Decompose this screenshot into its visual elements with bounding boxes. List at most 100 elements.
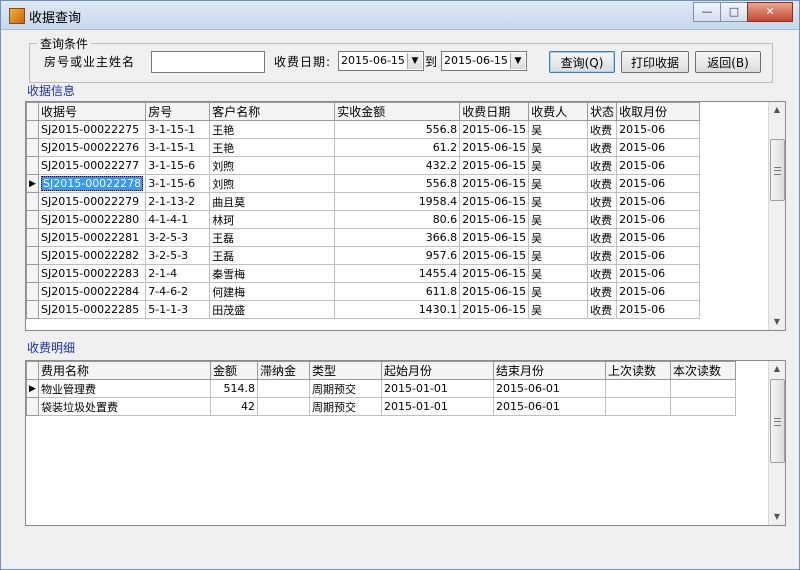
table-row[interactable]: SJ2015-00022277 3-1-15-6 刘煦 432.2 2015-06-15… [26,156,701,175]
table-cell[interactable]: 2015-06 [616,120,701,139]
table-cell[interactable]: 2015-06-15 [459,210,530,229]
row-indicator[interactable] [26,210,39,229]
table-cell[interactable]: 吴 [528,174,589,193]
table-cell[interactable]: 吴 [528,120,589,139]
table-cell[interactable]: 2015-06-01 [493,379,606,398]
back-button[interactable]: 返回(B) [695,51,761,73]
column-header[interactable]: 房号 [145,102,211,121]
row-indicator[interactable] [26,228,39,247]
table-cell[interactable]: 何建梅 [209,282,336,301]
print-receipt-button[interactable]: 打印收据 [621,51,689,73]
table-cell[interactable]: 2015-06-15 [459,120,530,139]
table-cell[interactable]: 957.6 [334,246,461,265]
table-cell[interactable]: SJ2015-00022281 [37,228,147,247]
table-cell[interactable]: SJ2015-00022285 [37,300,147,319]
details-scrollbar[interactable]: ▲ ▼ [768,361,785,525]
table-cell[interactable] [605,379,671,398]
table-cell[interactable]: 王艳 [209,138,336,157]
row-indicator[interactable] [26,397,39,416]
table-cell[interactable]: 3-1-15-1 [145,120,211,139]
table-cell[interactable]: 611.8 [334,282,461,301]
table-cell[interactable]: 收费 [587,246,618,265]
table-cell[interactable]: 2015-01-01 [381,379,494,398]
scroll-thumb[interactable] [770,379,785,463]
table-cell[interactable]: 周期预交 [309,379,382,398]
table-row[interactable]: SJ2015-00022284 7-4-6-2 何建梅 611.8 2015-06-15… [26,282,701,301]
table-cell[interactable]: 2015-06-15 [459,264,530,283]
table-cell[interactable]: 2015-06-15 [459,174,530,193]
triangle-right-icon[interactable]: ▶ [26,379,39,398]
table-cell[interactable]: 物业管理费 [38,379,211,398]
table-cell[interactable]: SJ2015-00022283 [37,264,147,283]
table-row[interactable]: SJ2015-00022276 3-1-15-1 王艳 61.2 2015-06-15 吴… [26,138,701,157]
triangle-right-icon[interactable]: ▶ [26,174,39,193]
table-cell[interactable]: 2015-06 [616,228,701,247]
minimize-button[interactable]: — [693,2,721,22]
table-row[interactable]: SJ2015-00022279 2-1-13-2 曲且莫 1958.4 2015-06-… [26,192,701,211]
column-header[interactable]: 收据号 [37,102,147,121]
table-cell[interactable]: SJ2015-00022282 [37,246,147,265]
arrow-up-icon[interactable]: ▲ [769,102,785,118]
table-cell[interactable]: 周期预交 [309,397,382,416]
search-button[interactable]: 查询(Q) [549,51,615,73]
table-row[interactable]: SJ2015-00022283 2-1-4 秦雪梅 1455.4 2015-06-15 吴… [26,264,701,283]
table-cell[interactable]: 61.2 [334,138,461,157]
table-cell[interactable]: 收费 [587,282,618,301]
column-header[interactable]: 结束月份 [493,361,606,380]
table-cell[interactable]: 收费 [587,300,618,319]
table-cell[interactable]: 556.8 [334,174,461,193]
table-row[interactable]: SJ2015-00022275 3-1-15-1 王艳 556.8 2015-06-15… [26,120,701,139]
table-cell[interactable]: 收费 [587,228,618,247]
table-cell[interactable]: 2015-06 [616,210,701,229]
column-header[interactable]: 金额 [210,361,258,380]
table-cell[interactable] [257,397,310,416]
table-cell[interactable]: 1455.4 [334,264,461,283]
table-row[interactable]: SJ2015-00022281 3-2-5-3 王磊 366.8 2015-06-15 吴… [26,228,701,247]
table-cell[interactable] [670,379,736,398]
table-cell[interactable]: 3-2-5-3 [145,228,211,247]
table-cell[interactable]: 王磊 [209,246,336,265]
table-cell[interactable]: 80.6 [334,210,461,229]
row-indicator[interactable] [26,156,39,175]
close-button[interactable]: ✕ [747,2,793,22]
name-input[interactable] [151,51,265,73]
table-cell[interactable]: 4-1-4-1 [145,210,211,229]
column-header[interactable]: 收费人 [528,102,589,121]
table-cell[interactable]: SJ2015-00022276 [37,138,147,157]
table-cell[interactable]: 2015-06-15 [459,246,530,265]
table-row[interactable]: SJ2015-00022285 5-1-1-3 田茂盛 1430.1 2015-06-1… [26,300,701,319]
arrow-down-icon[interactable]: ▼ [769,314,785,330]
table-cell[interactable]: 3-1-15-6 [145,174,211,193]
column-header[interactable]: 滞纳金 [257,361,310,380]
date-to-select[interactable]: 2015-06-15 ▼ [441,51,527,71]
column-header[interactable]: 上次读数 [605,361,671,380]
table-cell[interactable]: 收费 [587,264,618,283]
table-cell[interactable]: 2015-06-15 [459,138,530,157]
table-cell[interactable] [605,397,671,416]
table-cell[interactable]: 王艳 [209,120,336,139]
table-cell[interactable]: 366.8 [334,228,461,247]
table-cell[interactable]: 刘煦 [209,174,336,193]
table-cell[interactable]: 收费 [587,120,618,139]
title-bar[interactable]: 收据查询 — □ ✕ [1,1,799,30]
table-cell[interactable]: 3-1-15-6 [145,156,211,175]
chevron-down-icon[interactable]: ▼ [510,53,525,69]
table-cell[interactable]: 2015-06-15 [459,282,530,301]
table-cell[interactable]: 收费 [587,138,618,157]
scroll-thumb[interactable] [770,139,785,201]
table-cell[interactable]: 吴 [528,264,589,283]
table-cell[interactable]: 514.8 [210,379,258,398]
table-cell[interactable]: 2015-06-15 [459,156,530,175]
table-row[interactable]: ▶ 物业管理费 514.8 周期预交 2015-01-01 2015-06-01 [26,379,736,398]
table-cell[interactable]: SJ2015-00022279 [37,192,147,211]
table-cell[interactable]: 吴 [528,210,589,229]
table-cell[interactable]: 42 [210,397,258,416]
table-cell[interactable]: 收费 [587,174,618,193]
table-cell[interactable]: 2-1-13-2 [145,192,211,211]
row-indicator[interactable] [26,282,39,301]
table-cell[interactable]: 2015-06-15 [459,228,530,247]
table-cell[interactable]: 3-1-15-1 [145,138,211,157]
column-header[interactable]: 收费日期 [459,102,530,121]
maximize-button[interactable]: □ [720,2,748,22]
table-cell[interactable]: 2015-06 [616,174,701,193]
